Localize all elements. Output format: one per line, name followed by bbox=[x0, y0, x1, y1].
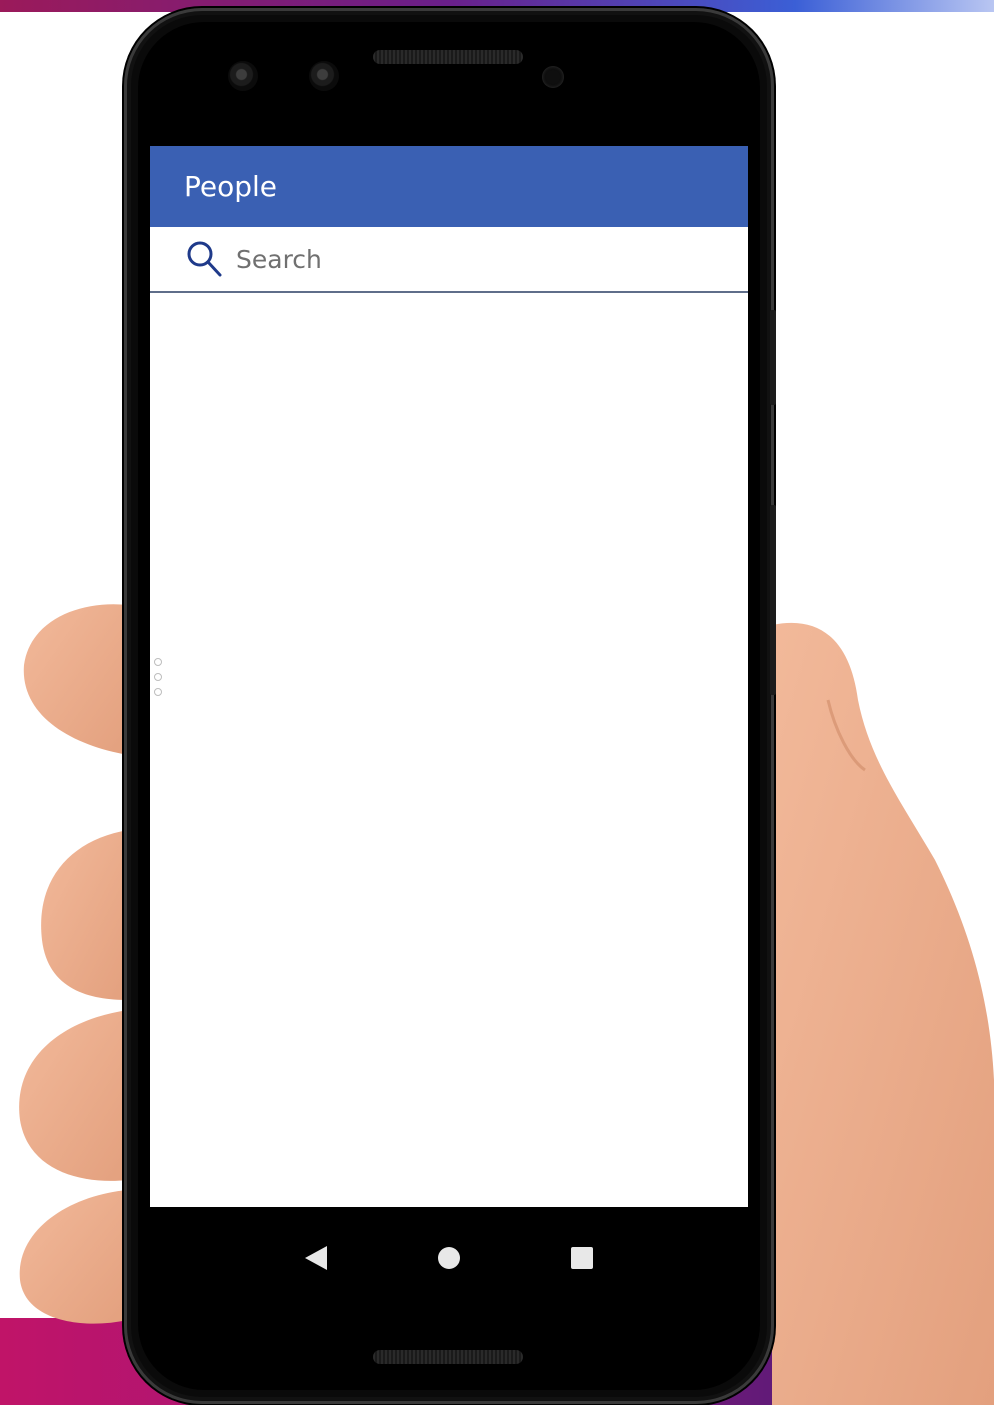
search-input[interactable] bbox=[234, 238, 718, 280]
recents-square-icon[interactable] bbox=[562, 1238, 602, 1278]
dot bbox=[154, 688, 162, 696]
front-camera-right bbox=[309, 61, 339, 91]
dot bbox=[154, 673, 162, 681]
power-button bbox=[770, 310, 776, 405]
search-bar bbox=[150, 227, 748, 293]
front-camera-left bbox=[228, 61, 258, 91]
search-icon[interactable] bbox=[184, 239, 224, 279]
status-bar bbox=[150, 115, 748, 146]
dot bbox=[154, 658, 162, 666]
page-title: People bbox=[184, 170, 278, 203]
phone-screen: People bbox=[150, 115, 748, 1310]
app-header: People bbox=[150, 146, 748, 227]
volume-button bbox=[770, 505, 776, 695]
proximity-sensor bbox=[542, 66, 564, 88]
stage: © 2 People bbox=[0, 0, 994, 1405]
home-circle-icon[interactable] bbox=[429, 1238, 469, 1278]
earpiece-speaker bbox=[373, 50, 523, 64]
people-list bbox=[150, 293, 748, 1207]
bottom-speaker bbox=[373, 1350, 523, 1364]
android-nav-bar bbox=[150, 1207, 748, 1308]
back-triangle-icon[interactable] bbox=[296, 1238, 336, 1278]
more-options-indicator[interactable] bbox=[154, 658, 162, 703]
